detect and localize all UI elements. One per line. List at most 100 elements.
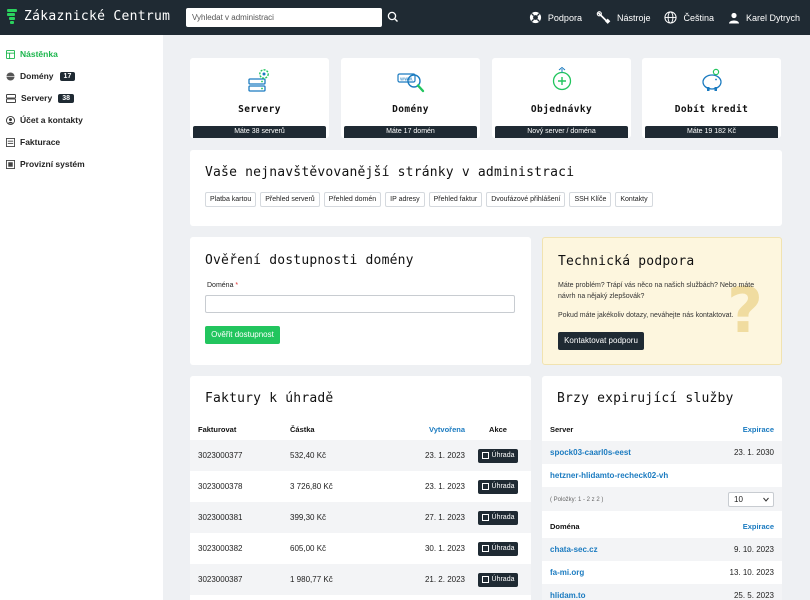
sidebar-item-commission[interactable]: Provizní systém: [0, 153, 163, 175]
pay-button[interactable]: Úhrada: [477, 541, 519, 556]
quick-links-list: Platba kartou Přehled serverů Přehled do…: [205, 192, 657, 207]
quick-link[interactable]: Platba kartou: [205, 192, 257, 207]
invoice-number[interactable]: 3023000377: [190, 440, 290, 471]
pay-label: Úhrada: [491, 483, 515, 490]
logo[interactable]: Zákaznické Centrum: [7, 9, 170, 24]
search-icon[interactable]: [386, 10, 400, 24]
quick-link[interactable]: SSH Klíče: [569, 192, 612, 207]
tile-footer: Máte 38 serverů: [193, 126, 326, 138]
tile-servers[interactable]: Servery Máte 38 serverů: [190, 58, 329, 138]
check-availability-button[interactable]: Ověřit dostupnost: [205, 326, 280, 344]
tile-label: Domény: [392, 104, 429, 115]
domain-link[interactable]: fa-mi.org: [550, 568, 584, 577]
domain-expiry: 9. 10. 2023: [733, 545, 774, 554]
sidebar-item-dashboard[interactable]: Nástěnka: [0, 43, 163, 65]
invoice-date: 23. 1. 2023: [424, 482, 465, 491]
tile-footer: Máte 17 domén: [344, 126, 477, 138]
sidebar-item-label: Provizní systém: [20, 159, 85, 169]
servers-expiry-header[interactable]: Expirace: [743, 425, 774, 434]
page-size-value: 10: [734, 495, 743, 504]
app-title: Zákaznické Centrum: [24, 9, 171, 24]
domain-search-icon: www.: [396, 73, 424, 93]
list-item: fa-mi.org 13. 10. 2023: [542, 561, 782, 584]
domain-field-label: Doména *: [207, 282, 238, 289]
support-link[interactable]: Podpora: [529, 11, 582, 24]
page-size-select[interactable]: 10: [728, 492, 774, 507]
search-input[interactable]: [186, 8, 382, 27]
quick-link[interactable]: Dvoufázové přihlášení: [486, 192, 566, 207]
tools-link[interactable]: Nástroje: [596, 11, 650, 24]
server-link[interactable]: hetzner-hlidamto-recheck02-vh: [550, 471, 668, 480]
table-row: 3023000378 3 726,80 Kč 23. 1. 2023 Úhrad…: [190, 471, 531, 502]
user-icon: [728, 12, 739, 23]
servers-header: Server: [550, 425, 574, 434]
pay-button[interactable]: Úhrada: [477, 572, 519, 587]
quick-link[interactable]: Přehled domén: [323, 192, 382, 207]
list-item: hlidam.to 25. 5. 2023: [542, 584, 782, 600]
support-title: Technická podpora: [558, 254, 695, 269]
commission-icon: [6, 159, 15, 169]
required-mark: *: [235, 282, 239, 289]
server-link[interactable]: spock03-caarl0s-eest: [550, 448, 631, 457]
pager-info: ( Položky: 1 - 2 z 2 ): [550, 497, 604, 503]
invoice-number[interactable]: 3023000387: [190, 564, 290, 595]
language-selector[interactable]: Čeština: [664, 11, 714, 24]
quick-link[interactable]: Přehled serverů: [260, 192, 320, 207]
col-amount: Částka: [290, 424, 315, 434]
invoice-date: 23. 1. 2023: [390, 440, 465, 471]
invoice-number[interactable]: 3023000378: [190, 471, 290, 502]
tile-topup[interactable]: Dobít kredit Máte 19 182 Kč: [642, 58, 781, 138]
invoice-amount: 605,00 Kč: [290, 544, 327, 553]
invoice-date: 27. 1. 2023: [390, 502, 465, 533]
col-action: Akce: [489, 424, 507, 434]
sidebar-item-label: Domény: [20, 71, 54, 81]
logo-icon: [7, 9, 17, 24]
domain-link[interactable]: chata-sec.cz: [550, 545, 598, 554]
tile-domains[interactable]: www. Domény Máte 17 domén: [341, 58, 480, 138]
checkbox-icon: [481, 483, 489, 490]
sidebar-item-label: Nástěnka: [20, 49, 58, 59]
table-header-row: Fakturovat Částka Vytvořena Akce: [190, 418, 531, 440]
table-row: 3023000381 399,30 Kč 27. 1. 2023 Úhrada: [190, 502, 531, 533]
sidebar-item-domains[interactable]: Domény 17: [0, 65, 163, 87]
invoice-date: 21. 2. 2023: [390, 564, 465, 595]
quick-link[interactable]: Kontakty: [615, 192, 653, 207]
invoice-number[interactable]: 3023000381: [190, 502, 290, 533]
pay-button[interactable]: Úhrada: [477, 510, 519, 525]
tile-orders[interactable]: Objednávky Nový server / doména: [492, 58, 631, 138]
pay-button[interactable]: Úhrada: [477, 448, 519, 463]
domains-count-badge: 17: [59, 71, 76, 81]
tile-label: Servery: [238, 104, 281, 115]
col-created[interactable]: Vytvořena: [390, 418, 465, 440]
domain-link[interactable]: hlidam.to: [550, 591, 586, 600]
user-menu[interactable]: Karel Dytrych: [728, 12, 800, 24]
quick-links-card: Vaše nejnavštěvovanější stránky v admini…: [190, 150, 782, 226]
pay-label: Úhrada: [491, 545, 515, 552]
tile-label: Dobít kredit: [674, 104, 749, 115]
globe-icon: [664, 11, 678, 24]
invoice-number[interactable]: 3023000382: [190, 533, 290, 564]
sidebar-item-account[interactable]: Účet a kontakty: [0, 109, 163, 131]
user-name: Karel Dytrych: [745, 12, 800, 23]
chevron-down-icon: [763, 497, 769, 502]
invoices-title: Faktury k úhradě: [205, 391, 334, 406]
table-row: 3023000377 532,40 Kč 23. 1. 2023 Úhrada: [190, 440, 531, 471]
sidebar-item-billing[interactable]: Fakturace: [0, 131, 163, 153]
checkbox-icon: [481, 514, 489, 521]
checkbox-icon: [481, 452, 489, 459]
server-gear-icon: [247, 69, 269, 92]
quick-link[interactable]: Přehled faktur: [428, 192, 483, 207]
invoice-date: 30. 1. 2023: [424, 544, 465, 553]
pay-button[interactable]: Úhrada: [477, 479, 519, 494]
domains-expiry-header[interactable]: Expirace: [743, 522, 774, 531]
svg-text:www.: www.: [400, 76, 414, 82]
pay-label: Úhrada: [491, 514, 515, 521]
domain-input[interactable]: [205, 295, 515, 313]
quick-link[interactable]: IP adresy: [385, 192, 425, 207]
checkbox-icon: [481, 545, 489, 552]
sidebar-item-label: Servery: [21, 93, 53, 103]
contact-support-button[interactable]: Kontaktovat podporu: [558, 332, 644, 350]
invoice-icon: [6, 137, 15, 147]
sidebar-item-servers[interactable]: Servery 38: [0, 87, 163, 109]
invoice-amount: 3 726,80 Kč: [290, 482, 333, 491]
